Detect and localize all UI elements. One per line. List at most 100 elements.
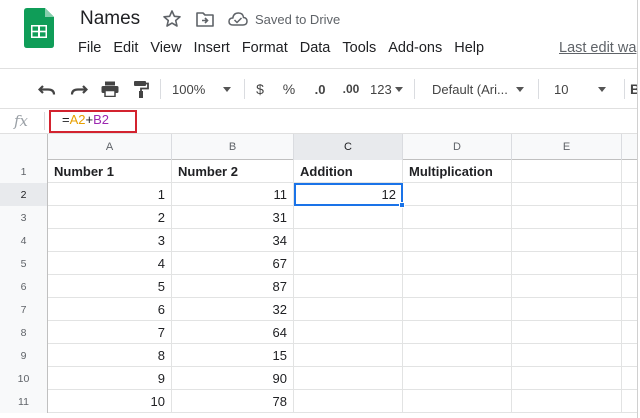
menu-format[interactable]: Format xyxy=(242,40,288,60)
cell-a7[interactable]: 6 xyxy=(48,298,172,321)
star-icon[interactable] xyxy=(162,9,182,29)
cell-e7[interactable] xyxy=(512,298,622,321)
cell-a1[interactable]: Number 1 xyxy=(48,160,172,183)
column-header-a[interactable]: A xyxy=(48,134,172,160)
cell-c6[interactable] xyxy=(294,275,403,298)
row-header-7[interactable]: 7 xyxy=(0,298,48,321)
cell-d9[interactable] xyxy=(403,344,512,367)
decrease-decimal-button[interactable]: .0 xyxy=(310,80,330,98)
menu-add-ons[interactable]: Add-ons xyxy=(388,40,442,60)
cell-a2[interactable]: 1 xyxy=(48,183,172,206)
cell-b11[interactable]: 78 xyxy=(172,390,294,413)
row-header-3[interactable]: 3 xyxy=(0,206,48,229)
cell-e10[interactable] xyxy=(512,367,622,390)
row-header-2[interactable]: 2 xyxy=(0,183,48,206)
document-title[interactable]: Names xyxy=(80,8,140,30)
cell-a11[interactable]: 10 xyxy=(48,390,172,413)
cell-c3[interactable] xyxy=(294,206,403,229)
cell-c9[interactable] xyxy=(294,344,403,367)
cell-d11[interactable] xyxy=(403,390,512,413)
cell-c8[interactable] xyxy=(294,321,403,344)
cell-e8[interactable] xyxy=(512,321,622,344)
cell-a5[interactable]: 4 xyxy=(48,252,172,275)
percent-format-button[interactable]: % xyxy=(281,80,297,98)
cell-c2[interactable]: 12 xyxy=(294,183,403,206)
cell-c7[interactable] xyxy=(294,298,403,321)
cell-d5[interactable] xyxy=(403,252,512,275)
cell-a3[interactable]: 2 xyxy=(48,206,172,229)
sheets-logo-icon[interactable] xyxy=(24,8,54,48)
column-header-b[interactable]: B xyxy=(172,134,294,160)
menu-edit[interactable]: Edit xyxy=(113,40,138,60)
cell-a9[interactable]: 8 xyxy=(48,344,172,367)
cell-b3[interactable]: 31 xyxy=(172,206,294,229)
font-size-select[interactable]: 10 xyxy=(554,80,614,98)
menu-data[interactable]: Data xyxy=(300,40,331,60)
last-edit-link[interactable]: Last edit wa xyxy=(559,40,636,56)
column-header-d[interactable]: D xyxy=(403,134,512,160)
cell-e4[interactable] xyxy=(512,229,622,252)
cell-d6[interactable] xyxy=(403,275,512,298)
chevron-down-icon xyxy=(223,86,232,92)
row-header-6[interactable]: 6 xyxy=(0,275,48,298)
cell-e9[interactable] xyxy=(512,344,622,367)
row-header-5[interactable]: 5 xyxy=(0,252,48,275)
column-header-c[interactable]: C xyxy=(294,134,403,160)
cell-d10[interactable] xyxy=(403,367,512,390)
row-header-4[interactable]: 4 xyxy=(0,229,48,252)
cell-d8[interactable] xyxy=(403,321,512,344)
row-header-9[interactable]: 9 xyxy=(0,344,48,367)
cell-e3[interactable] xyxy=(512,206,622,229)
cell-b5[interactable]: 67 xyxy=(172,252,294,275)
cell-c4[interactable] xyxy=(294,229,403,252)
move-to-folder-icon[interactable] xyxy=(195,10,215,28)
cell-e2[interactable] xyxy=(512,183,622,206)
zoom-select[interactable]: 100% xyxy=(172,80,238,98)
cell-c11[interactable] xyxy=(294,390,403,413)
menu-help[interactable]: Help xyxy=(454,40,484,60)
row-header-8[interactable]: 8 xyxy=(0,321,48,344)
cell-b8[interactable]: 64 xyxy=(172,321,294,344)
cell-d1[interactable]: Multiplication xyxy=(403,160,512,183)
row-header-1[interactable]: 1 xyxy=(0,160,48,183)
cell-c10[interactable] xyxy=(294,367,403,390)
cell-d7[interactable] xyxy=(403,298,512,321)
row-header-10[interactable]: 10 xyxy=(0,367,48,390)
paint-format-button[interactable] xyxy=(130,80,152,98)
cell-d3[interactable] xyxy=(403,206,512,229)
cell-a10[interactable]: 9 xyxy=(48,367,172,390)
cell-c5[interactable] xyxy=(294,252,403,275)
menu-insert[interactable]: Insert xyxy=(194,40,230,60)
cell-b6[interactable]: 87 xyxy=(172,275,294,298)
column-header-e[interactable]: E xyxy=(512,134,622,160)
undo-button[interactable] xyxy=(36,80,58,98)
cell-e11[interactable] xyxy=(512,390,622,413)
font-family-select[interactable]: Default (Ari... xyxy=(432,80,530,98)
cell-b1[interactable]: Number 2 xyxy=(172,160,294,183)
increase-decimal-button[interactable]: .00 xyxy=(338,80,364,98)
cell-b7[interactable]: 32 xyxy=(172,298,294,321)
cell-b4[interactable]: 34 xyxy=(172,229,294,252)
cell-e5[interactable] xyxy=(512,252,622,275)
more-formats-button[interactable]: 123 xyxy=(370,80,406,98)
cell-e1[interactable] xyxy=(512,160,622,183)
print-button[interactable] xyxy=(99,80,121,98)
currency-format-button[interactable]: $ xyxy=(252,80,268,98)
cell-c1[interactable]: Addition xyxy=(294,160,403,183)
cell-b2[interactable]: 11 xyxy=(172,183,294,206)
formula-input[interactable]: =A2+B2 xyxy=(62,112,109,127)
cell-d4[interactable] xyxy=(403,229,512,252)
menu-file[interactable]: File xyxy=(78,40,101,60)
cell-e6[interactable] xyxy=(512,275,622,298)
redo-button[interactable] xyxy=(68,80,90,98)
cell-d2[interactable] xyxy=(403,183,512,206)
menu-tools[interactable]: Tools xyxy=(342,40,376,60)
cell-a4[interactable]: 3 xyxy=(48,229,172,252)
row-header-11[interactable]: 11 xyxy=(0,390,48,413)
cell-b9[interactable]: 15 xyxy=(172,344,294,367)
menu-view[interactable]: View xyxy=(150,40,181,60)
cell-b10[interactable]: 90 xyxy=(172,367,294,390)
cell-a6[interactable]: 5 xyxy=(48,275,172,298)
select-all-corner[interactable] xyxy=(0,134,48,160)
cell-a8[interactable]: 7 xyxy=(48,321,172,344)
